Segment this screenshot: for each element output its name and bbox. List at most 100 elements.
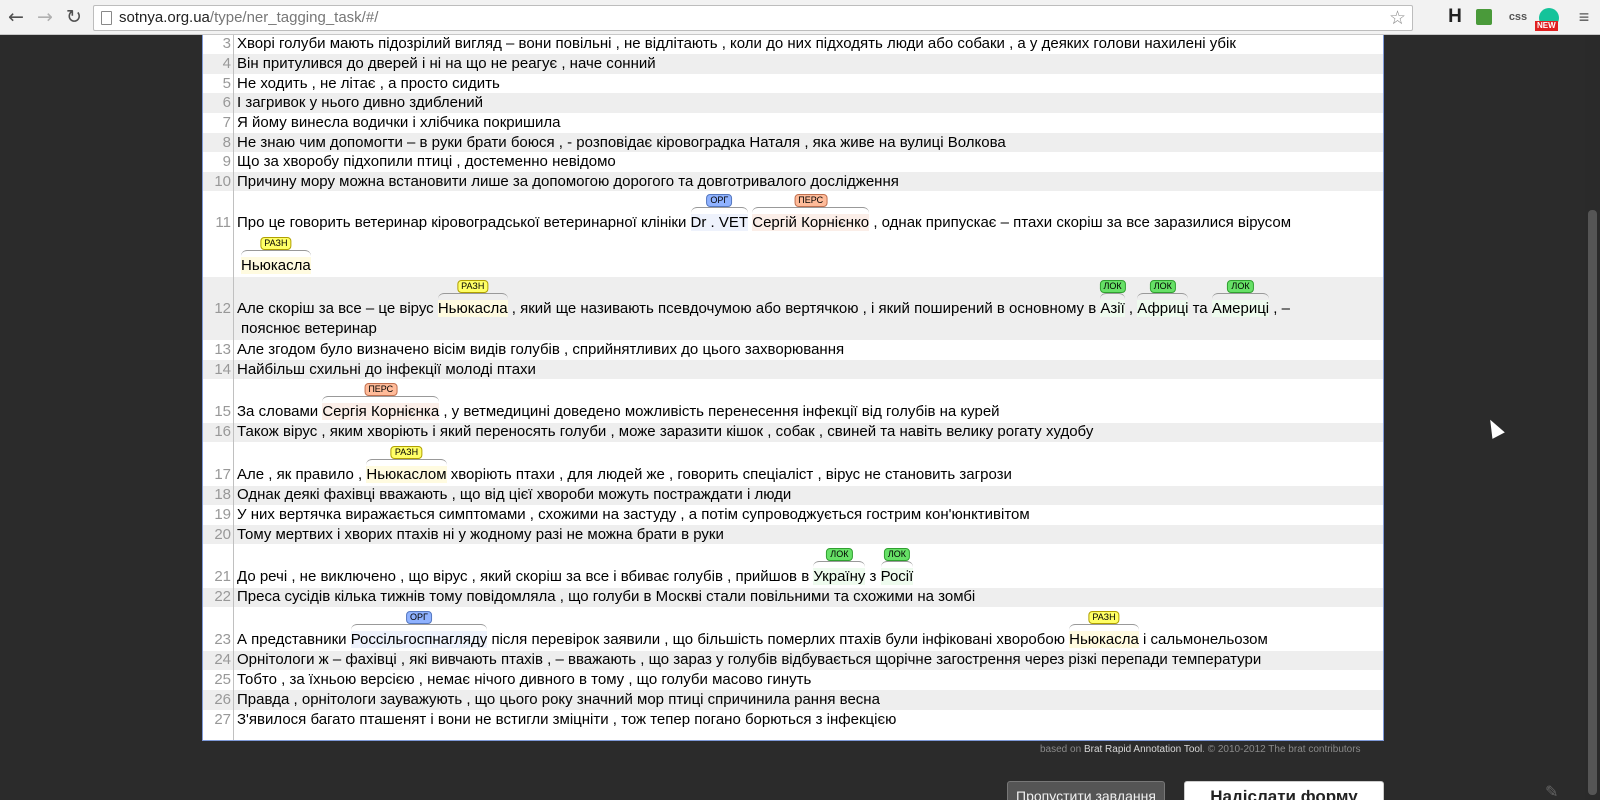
entity-label-pers[interactable]: ПЕРС <box>794 194 828 207</box>
h-extension-icon[interactable]: H <box>1446 7 1464 29</box>
line-text: Але скоріш за все – це вірус <box>237 300 438 317</box>
text-line-21[interactable]: 21 До речі , не виключено , що вірус , я… <box>203 544 1383 588</box>
line-text: І загривок у нього дивно здиблений <box>237 94 484 111</box>
skip-task-button[interactable]: Пропустити завдання <box>1007 781 1165 800</box>
line-number: 21 <box>214 568 231 585</box>
entity-label-org[interactable]: ОРГ <box>706 194 733 207</box>
line-text: після перевірок заявили , що більшість п… <box>487 631 1070 648</box>
line-text: Про це говорить ветеринар кіровоградсько… <box>237 214 691 231</box>
text-line-26[interactable]: 26 Правда , орнітологи зауважують , що ц… <box>203 690 1383 710</box>
pencil-icon[interactable]: ✎ <box>1545 782 1558 800</box>
text-line-14[interactable]: 14 Найбільш схильні до інфекції молоді п… <box>203 360 1383 379</box>
entity-loc-africa[interactable]: ЛОК Африці <box>1137 280 1189 317</box>
url-text[interactable]: sotnya.org.ua/type/ner_tagging_task/#/ <box>119 9 378 26</box>
line-text: , однак припускає – птахи скоріш за все … <box>869 214 1292 231</box>
submit-form-button[interactable]: Надіслати форму <box>1184 781 1384 800</box>
scrollbar-thumb[interactable] <box>1588 210 1597 795</box>
line-number: 10 <box>214 173 231 190</box>
text-line-12[interactable]: 12 Але скоріш за все – це вірус РАЗН Ньюк… <box>203 277 1383 340</box>
text-line-16[interactable]: 16 Також вірус , яким хворіють і який пе… <box>203 423 1383 442</box>
green-extension-icon[interactable] <box>1476 9 1492 25</box>
text-line-22[interactable]: 22 Преса сусідів кілька тижнів тому пові… <box>203 588 1383 607</box>
entity-text: Ньюкаслом <box>366 466 447 483</box>
entity-org-dr-vet[interactable]: ОРГ Dr . VET <box>690 194 749 231</box>
forward-arrow-icon[interactable]: → <box>33 5 57 29</box>
browser-menu-icon[interactable]: ≡ <box>1576 7 1592 29</box>
text-line-15[interactable]: 15 За словами ПЕРС Сергія Корнієнка , у в… <box>203 379 1383 423</box>
entity-label-loc[interactable]: ЛОК <box>1227 280 1254 293</box>
line-number: 14 <box>214 361 231 378</box>
url-path: /type/ner_tagging_task/#/ <box>209 9 379 26</box>
text-line-20[interactable]: 20 Тому мертвих і хворих птахів ні у жод… <box>203 525 1383 544</box>
line-text: і сальмонельозом <box>1138 631 1268 648</box>
entity-label-misc[interactable]: РАЗН <box>390 446 423 459</box>
text-line-27[interactable]: 27 З'явилося багато пташенят і вони не в… <box>203 710 1383 740</box>
text-line-17[interactable]: 17 Але , як правило , РАЗН Ньюкаслом хвор… <box>203 442 1383 486</box>
entity-misc-newcastle[interactable]: РАЗН Ньюкасла <box>241 237 311 274</box>
text-line-9[interactable]: 9 Що за хворобу підхопили птиці , достем… <box>203 152 1383 172</box>
line-number: 6 <box>222 94 231 111</box>
entity-label-loc[interactable]: ЛОК <box>826 548 853 561</box>
line-text: Але згодом було визначено вісім видів го… <box>237 341 845 358</box>
line-text: Не ходить , не літає , а просто сидить <box>237 75 500 92</box>
browser-toolbar: ← → ↻ sotnya.org.ua/type/ner_tagging_tas… <box>0 0 1600 35</box>
entity-misc-newcastle[interactable]: РАЗН Ньюкасла <box>1069 611 1139 648</box>
line-text: Однак деякі фахівці вважають , що від ці… <box>237 486 792 503</box>
text-line-4[interactable]: 4 Він притулився до дверей і ні на що не… <box>203 54 1383 74</box>
entity-loc-america[interactable]: ЛОК Америці <box>1211 280 1270 317</box>
line-text: Тобто , за їхньою версією , немає нічого… <box>237 671 812 688</box>
back-arrow-icon[interactable]: ← <box>4 5 28 29</box>
annotation-document[interactable]: 3 Хворі голуби мають підозрілий вигляд –… <box>202 35 1384 741</box>
line-text: А представники <box>237 631 351 648</box>
entity-label-pers[interactable]: ПЕРС <box>364 383 398 396</box>
entity-misc-newcastlom[interactable]: РАЗН Ньюкаслом <box>366 446 447 483</box>
text-line-13[interactable]: 13 Але згодом було визначено вісім видів… <box>203 340 1383 360</box>
entity-misc-newcastle[interactable]: РАЗН Ньюкасла <box>437 280 508 317</box>
reload-icon[interactable]: ↻ <box>62 5 86 29</box>
text-line-19[interactable]: 19 У них вертячка виражається симптомами… <box>203 505 1383 525</box>
address-bar[interactable]: sotnya.org.ua/type/ner_tagging_task/#/ ☆ <box>93 5 1413 31</box>
line-text: пояснює ветеринар <box>241 320 377 337</box>
entity-loc-asia[interactable]: ЛОК Азії <box>1099 280 1126 317</box>
line-number: 9 <box>222 153 231 170</box>
text-line-3[interactable]: 3 Хворі голуби мають підозрілий вигляд –… <box>203 35 1383 54</box>
line-number: 26 <box>214 691 231 708</box>
entity-label-loc[interactable]: ЛОК <box>1149 280 1176 293</box>
entity-loc-ukraine[interactable]: ЛОК Україну <box>813 548 866 585</box>
entity-org-rossilhospnahliad[interactable]: ОРГ Россільгоспнагляду <box>350 611 488 648</box>
line-text: Але , як правило , <box>237 466 367 483</box>
text-line-8[interactable]: 8 Не знаю чим допомогти – в руки брати б… <box>203 133 1383 152</box>
entity-pers-korniienka[interactable]: ПЕРС Сергія Корнієнка <box>322 383 440 420</box>
line-number: 27 <box>214 711 231 728</box>
text-line-23[interactable]: 23 А представники ОРГ Россільгоспнагляду … <box>203 607 1383 651</box>
text-line-7[interactable]: 7 Я йому винесла водички і хлібчика покр… <box>203 113 1383 133</box>
entity-pers-korniienko[interactable]: ПЕРС Сергій Корнієнко <box>752 194 870 231</box>
line-text: , у ветмедицині доведено можливість пере… <box>439 403 1000 420</box>
line-text: , – <box>1269 300 1290 317</box>
line-text: Не знаю чим допомогти – в руки брати бою… <box>237 134 1006 151</box>
text-line-18[interactable]: 18 Однак деякі фахівці вважають , що від… <box>203 486 1383 505</box>
entity-text: Dr . VET <box>690 214 749 231</box>
line-number: 7 <box>222 114 231 131</box>
entity-label-org[interactable]: ОРГ <box>406 611 432 624</box>
text-line-25[interactable]: 25 Тобто , за їхньою версією , немає ніч… <box>203 670 1383 690</box>
line-text: Що за хворобу підхопили птиці , достемен… <box>237 153 616 170</box>
brat-link[interactable]: Brat Rapid Annotation Tool <box>1084 744 1202 755</box>
css-extension-icon[interactable]: css <box>1505 7 1531 29</box>
entity-loc-russia[interactable]: ЛОК Росії <box>880 548 914 585</box>
entity-label-loc[interactable]: ЛОК <box>883 548 911 561</box>
page-scrollbar[interactable] <box>1585 35 1600 800</box>
entity-label-misc[interactable]: РАЗН <box>260 237 292 250</box>
text-line-5[interactable]: 5 Не ходить , не літає , а просто сидить <box>203 74 1383 93</box>
footer-credit: based on Brat Rapid Annotation Tool. © 2… <box>1040 744 1361 755</box>
text-line-10[interactable]: 10 Причину мору можна встановити лише за… <box>203 172 1383 191</box>
text-line-11[interactable]: 11 Про це говорить ветеринар кіровоградс… <box>203 191 1383 277</box>
entity-label-misc[interactable]: РАЗН <box>457 280 489 293</box>
entity-label-misc[interactable]: РАЗН <box>1088 611 1120 624</box>
text-line-24[interactable]: 24 Орнітологи ж – фахівці , які вивчають… <box>203 651 1383 670</box>
entity-text: Сергій Корнієнко <box>752 214 870 231</box>
text-line-6[interactable]: 6 І загривок у нього дивно здиблений <box>203 93 1383 113</box>
bookmark-star-icon[interactable]: ☆ <box>1389 7 1406 29</box>
entity-text: Ньюкасла <box>241 257 311 274</box>
entity-label-loc[interactable]: ЛОК <box>1099 280 1126 293</box>
